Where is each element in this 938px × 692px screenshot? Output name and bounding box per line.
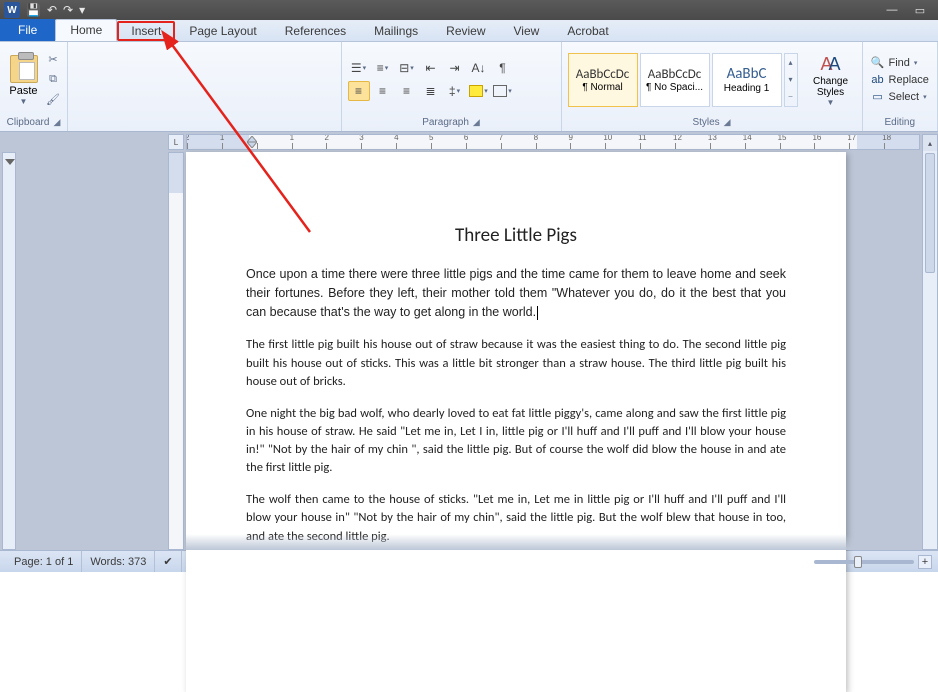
style-heading-1[interactable]: AaBbC Heading 1: [712, 53, 782, 107]
replace-button[interactable]: abReplace: [871, 73, 929, 87]
border-swatch-icon: [493, 85, 507, 97]
window-restore-icon[interactable]: ▭: [906, 2, 934, 18]
paragraph-dialog-launcher-icon[interactable]: ◢: [473, 117, 480, 127]
scroll-thumb[interactable]: [925, 153, 935, 273]
copy-icon[interactable]: ⧉: [45, 72, 61, 88]
numbering-button[interactable]: ≡▾: [372, 58, 394, 78]
group-clipboard: Paste ▼ ✂ ⧉ 🖌 Clipboard◢: [0, 42, 68, 131]
vertical-scrollbar[interactable]: ▴: [922, 134, 938, 550]
title-bar: W 💾 ↶ ↷ ▾ — ▭: [0, 0, 938, 20]
group-paragraph: ☰▾ ≡▾ ⊟▾ ⇤ ⇥ A↓ ¶ ≡ ≡ ≡ ≣ ‡▾ ▾ ▾: [342, 42, 562, 131]
tab-selector[interactable]: L: [168, 134, 184, 150]
document-title: Three Little Pigs: [246, 224, 786, 247]
shading-button[interactable]: ▾: [468, 81, 490, 101]
window-minimize-icon[interactable]: —: [878, 2, 906, 18]
increase-indent-button[interactable]: ⇥: [444, 58, 466, 78]
status-proofing[interactable]: ✔: [155, 551, 181, 572]
tab-review[interactable]: Review: [432, 21, 499, 41]
change-styles-button[interactable]: AA Change Styles ▼: [806, 52, 856, 107]
paste-icon: [10, 55, 38, 83]
styles-expand-icon[interactable]: ⎯: [785, 88, 797, 105]
style-normal[interactable]: AaBbCcDc ¶ Normal: [568, 53, 638, 107]
group-styles: AaBbCcDc ¶ Normal AaBbCcDc ¶ No Spaci...…: [562, 42, 863, 131]
proofing-icon: ✔: [163, 555, 172, 568]
bullets-button[interactable]: ☰▾: [348, 58, 370, 78]
style-no-spacing[interactable]: AaBbCcDc ¶ No Spaci...: [640, 53, 710, 107]
find-icon: 🔍: [871, 56, 885, 70]
change-styles-dropdown-icon: ▼: [827, 98, 835, 107]
borders-button[interactable]: ▾: [492, 81, 514, 101]
tab-references[interactable]: References: [271, 21, 360, 41]
align-center-button[interactable]: ≡: [372, 81, 394, 101]
replace-icon: ab: [871, 73, 885, 87]
show-hide-marks-button[interactable]: ¶: [492, 58, 514, 78]
word-app-icon: W: [4, 2, 20, 18]
status-page[interactable]: Page: 1 of 1: [6, 551, 82, 572]
qat-customize-icon[interactable]: ▾: [79, 3, 85, 17]
paragraph: One night the big bad wolf, who dearly l…: [246, 405, 786, 478]
save-icon[interactable]: 💾: [26, 3, 41, 17]
group-clipboard-label: Clipboard◢: [0, 117, 67, 131]
horizontal-ruler[interactable]: 21 12 345 678 91011 121314 151617 18: [186, 134, 920, 150]
decrease-indent-button[interactable]: ⇤: [420, 58, 442, 78]
scroll-up-icon[interactable]: ▴: [923, 135, 937, 151]
ribbon-tabs: File Home Insert Page Layout References …: [0, 20, 938, 42]
change-styles-icon: AA: [817, 52, 845, 76]
paste-label: Paste: [9, 85, 37, 97]
undo-icon[interactable]: ↶: [47, 3, 57, 17]
styles-dialog-launcher-icon[interactable]: ◢: [724, 117, 731, 127]
select-icon: ▭: [871, 90, 885, 104]
sort-button[interactable]: A↓: [468, 58, 490, 78]
cut-icon[interactable]: ✂: [45, 52, 61, 68]
document-page[interactable]: Three Little Pigs Once upon a time there…: [186, 152, 846, 692]
workspace: L 21 12 345 678 91011 121314 151617 18 T…: [0, 132, 938, 550]
styles-gallery: AaBbCcDc ¶ Normal AaBbCcDc ¶ No Spaci...…: [568, 53, 798, 107]
group-hidden-font: [68, 42, 342, 131]
zoom-slider[interactable]: [814, 560, 914, 564]
paragraph: The first little pig built his house out…: [246, 336, 786, 390]
ribbon: Paste ▼ ✂ ⧉ 🖌 Clipboard◢ ☰▾ ≡▾ ⊟▾ ⇤: [0, 42, 938, 132]
browse-object-icon[interactable]: [5, 159, 15, 165]
status-words[interactable]: Words: 373: [82, 551, 155, 572]
paragraph: Once upon a time there were three little…: [246, 265, 786, 322]
paste-button[interactable]: Paste ▼: [6, 53, 41, 106]
text-cursor: [537, 306, 538, 320]
zoom-in-button[interactable]: +: [918, 555, 932, 569]
tab-mailings[interactable]: Mailings: [360, 21, 432, 41]
line-spacing-button[interactable]: ‡▾: [444, 81, 466, 101]
vertical-ruler[interactable]: [168, 152, 184, 550]
styles-scroll-up-icon[interactable]: ▴: [785, 54, 797, 71]
redo-icon[interactable]: ↷: [63, 3, 73, 17]
shading-swatch-icon: [469, 85, 483, 97]
tab-insert[interactable]: Insert: [117, 21, 175, 41]
tab-view[interactable]: View: [500, 21, 554, 41]
tab-file[interactable]: File: [0, 19, 55, 41]
zoom-slider-knob[interactable]: [854, 556, 862, 568]
justify-button[interactable]: ≣: [420, 81, 442, 101]
styles-scroll-down-icon[interactable]: ▾: [785, 71, 797, 88]
group-styles-label: Styles◢: [562, 117, 862, 131]
selection-bar: [2, 152, 16, 550]
align-left-button[interactable]: ≡: [348, 81, 370, 101]
group-paragraph-label: Paragraph◢: [342, 117, 561, 131]
quick-access-toolbar: 💾 ↶ ↷ ▾: [26, 3, 85, 17]
tab-acrobat[interactable]: Acrobat: [553, 21, 622, 41]
group-editing: 🔍Find▾ abReplace ▭Select▾ Editing: [863, 42, 938, 131]
find-button[interactable]: 🔍Find▾: [871, 56, 929, 70]
group-editing-label: Editing: [863, 117, 937, 131]
multilevel-list-button[interactable]: ⊟▾: [396, 58, 418, 78]
align-right-button[interactable]: ≡: [396, 81, 418, 101]
paste-dropdown-icon[interactable]: ▼: [20, 97, 28, 106]
format-painter-icon[interactable]: 🖌: [45, 92, 61, 108]
clipboard-dialog-launcher-icon[interactable]: ◢: [53, 117, 60, 127]
tab-home[interactable]: Home: [55, 19, 117, 41]
select-button[interactable]: ▭Select▾: [871, 90, 929, 104]
styles-scroll: ▴ ▾ ⎯: [784, 53, 798, 107]
fade-overlay: [186, 534, 920, 550]
tab-page-layout[interactable]: Page Layout: [175, 21, 270, 41]
